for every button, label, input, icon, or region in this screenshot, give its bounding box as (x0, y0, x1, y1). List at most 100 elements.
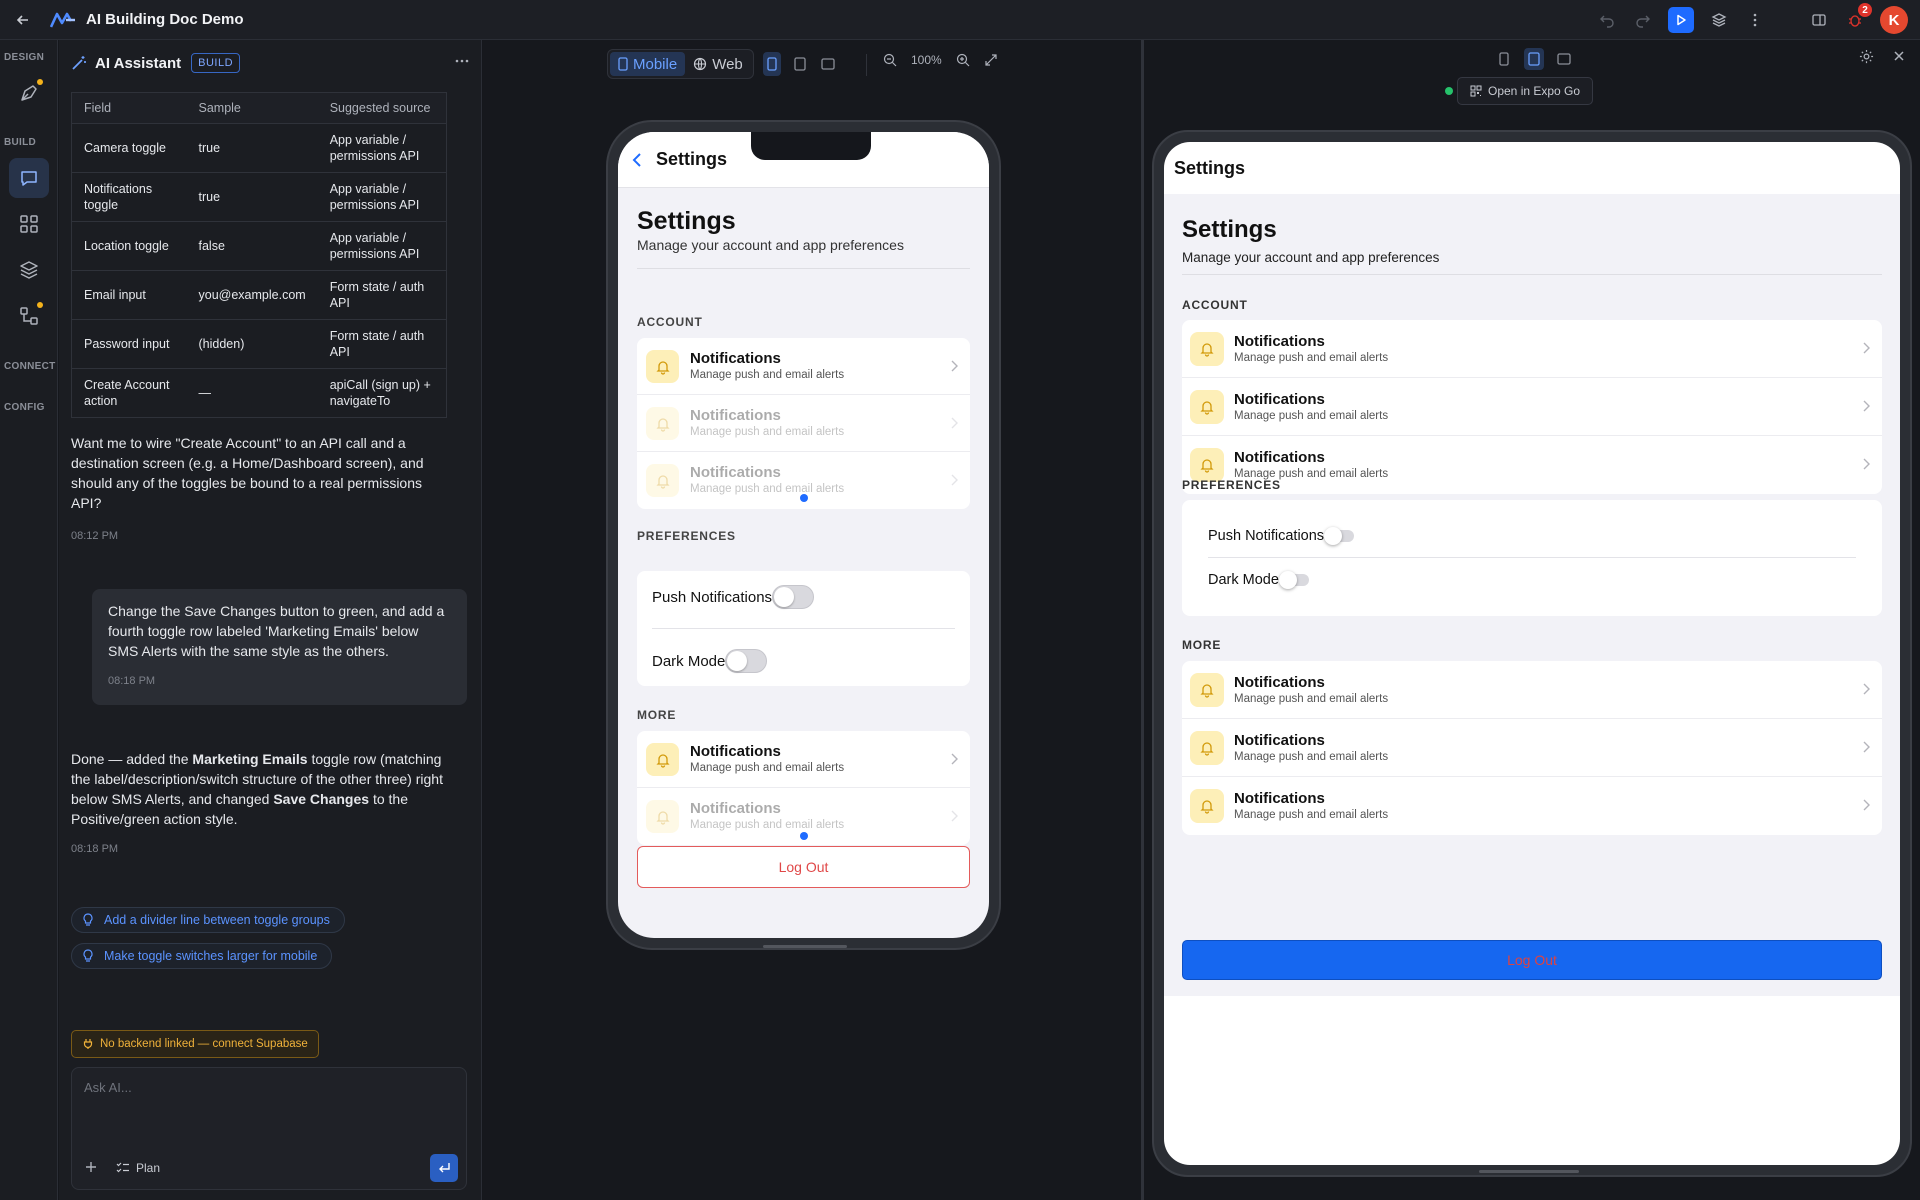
repeat-handle[interactable] (800, 494, 808, 502)
more-vertical-icon[interactable] (1744, 9, 1766, 31)
column-header: Sample (186, 92, 318, 124)
bell-icon (1190, 673, 1224, 707)
section-preferences: PREFERENCES (1182, 478, 1281, 492)
settings-gear-icon[interactable] (1859, 49, 1874, 64)
zoom-out-icon[interactable] (883, 53, 897, 67)
mobile-mode-label: Mobile (633, 55, 678, 73)
push-notifications-toggle[interactable] (772, 585, 815, 609)
user-avatar[interactable]: K (1880, 6, 1908, 34)
components-grid-button[interactable] (9, 204, 49, 244)
logic-flow-button[interactable] (9, 296, 49, 336)
table-row: Camera toggle true App variable / permis… (71, 123, 447, 173)
section-more: MORE (1182, 638, 1222, 652)
dark-mode-toggle[interactable] (725, 649, 768, 673)
mobile-mode-button[interactable]: Mobile (610, 52, 686, 76)
layers-icon[interactable] (1708, 9, 1730, 31)
phone-size-icon[interactable] (763, 52, 781, 76)
dark-mode-row: Dark Mode (1208, 571, 1309, 589)
tablet-size-icon[interactable] (1524, 48, 1544, 70)
table-cell: Email input (71, 270, 187, 320)
preview-content: Settings Manage your account and app pre… (1164, 194, 1900, 996)
list-item[interactable]: Notifications Manage push and email aler… (1182, 436, 1882, 494)
dark-mode-row: Dark Mode (652, 649, 768, 673)
layers-stack-button[interactable] (9, 250, 49, 290)
row-title: Notifications (690, 407, 781, 424)
rail-label-build[interactable]: BUILD (4, 137, 36, 148)
push-notifications-row: Push Notifications (652, 585, 815, 609)
suggestion-chip[interactable]: Make toggle switches larger for mobile (71, 943, 333, 969)
close-icon[interactable] (1892, 49, 1906, 64)
dark-mode-toggle[interactable] (1278, 571, 1309, 589)
back-arrow-icon[interactable] (12, 9, 34, 31)
row-title: Notifications (1234, 732, 1325, 749)
preview-device-switch (1494, 48, 1574, 70)
redo-icon[interactable] (1632, 9, 1654, 31)
desktop-size-icon[interactable] (819, 52, 837, 76)
phone-size-icon[interactable] (1494, 48, 1514, 70)
home-indicator (1479, 1170, 1579, 1173)
table-cell: Create Account action (71, 368, 187, 418)
back-chevron-icon[interactable] (632, 152, 642, 168)
rail-label-design[interactable]: DESIGN (4, 52, 44, 63)
chat-button[interactable] (9, 158, 49, 198)
section-account: ACCOUNT (637, 315, 703, 329)
row-title: Notifications (1234, 674, 1325, 691)
zoom-controls: 100% (883, 53, 998, 67)
chevron-right-icon (1863, 458, 1870, 470)
backend-warning[interactable]: No backend linked — connect Supabase (71, 1030, 319, 1058)
bell-icon (1190, 448, 1224, 482)
plan-button[interactable]: Plan (116, 1161, 160, 1175)
list-item[interactable]: Notifications Manage push and email aler… (1182, 378, 1882, 436)
list-item[interactable]: Notifications Manage push and email aler… (1182, 719, 1882, 777)
bell-icon (1190, 731, 1224, 765)
chevron-right-icon (1863, 741, 1870, 753)
checklist-icon (116, 1162, 130, 1174)
web-mode-button[interactable]: Web (685, 52, 751, 76)
list-item[interactable]: Notifications Manage push and email aler… (637, 731, 970, 788)
list-item[interactable]: Notifications Manage push and email aler… (637, 395, 970, 452)
row-title: Notifications (1234, 391, 1325, 408)
ask-ai-input[interactable]: Ask AI... Plan (71, 1067, 467, 1190)
more-horizontal-icon[interactable] (453, 52, 471, 70)
row-subtitle: Manage push and email alerts (1234, 410, 1389, 422)
plan-label: Plan (136, 1161, 161, 1175)
plus-icon[interactable] (84, 1160, 98, 1174)
send-button[interactable] (430, 1154, 458, 1182)
notification-badge: 2 (1858, 3, 1872, 17)
suggestion-chip[interactable]: Add a divider line between toggle groups (71, 907, 345, 933)
message-timestamp: 08:18 PM (71, 843, 119, 855)
phone-icon (618, 57, 628, 71)
zoom-in-icon[interactable] (956, 53, 970, 67)
table-row: Password input (hidden) Form state / aut… (71, 319, 447, 369)
panel-toggle-icon[interactable] (1808, 9, 1830, 31)
list-item[interactable]: Notifications Manage push and email aler… (1182, 777, 1882, 835)
list-item[interactable]: Notifications Manage push and email aler… (1182, 320, 1882, 378)
logout-button[interactable]: Log Out (1182, 940, 1882, 980)
table-cell: Camera toggle (71, 123, 187, 173)
list-item[interactable]: Notifications Manage push and email aler… (637, 338, 970, 395)
warning-text: No backend linked — connect Supabase (100, 1038, 308, 1050)
table-header-row: Field Sample Suggested source (71, 92, 447, 124)
message-timestamp: 08:18 PM (108, 675, 156, 687)
tablet-size-icon[interactable] (791, 52, 809, 76)
bell-icon (1190, 789, 1224, 823)
phone-frame: Settings Settings Manage your account an… (606, 120, 1001, 950)
design-pen-button[interactable] (9, 73, 49, 113)
row-subtitle: Manage push and email alerts (690, 369, 845, 381)
list-item[interactable]: Notifications Manage push and email aler… (1182, 661, 1882, 719)
rail-label-config[interactable]: CONFIG (4, 402, 45, 413)
desktop-size-icon[interactable] (1554, 48, 1574, 70)
push-notifications-toggle[interactable] (1324, 527, 1355, 545)
open-in-expo-button[interactable]: Open in Expo Go (1457, 77, 1594, 105)
chevron-right-icon (1863, 400, 1870, 412)
undo-icon[interactable] (1596, 9, 1618, 31)
table-cell: you@example.com (186, 270, 318, 320)
logout-button[interactable]: Log Out (637, 846, 970, 888)
repeat-handle[interactable] (800, 832, 808, 840)
bug-icon[interactable]: 2 (1844, 3, 1872, 31)
device-size-switch (763, 52, 837, 76)
fullscreen-icon[interactable] (984, 53, 998, 67)
row-subtitle: Manage push and email alerts (1234, 352, 1389, 364)
rail-label-connect[interactable]: CONNECT (4, 361, 56, 372)
run-preview-button[interactable] (1668, 7, 1694, 33)
